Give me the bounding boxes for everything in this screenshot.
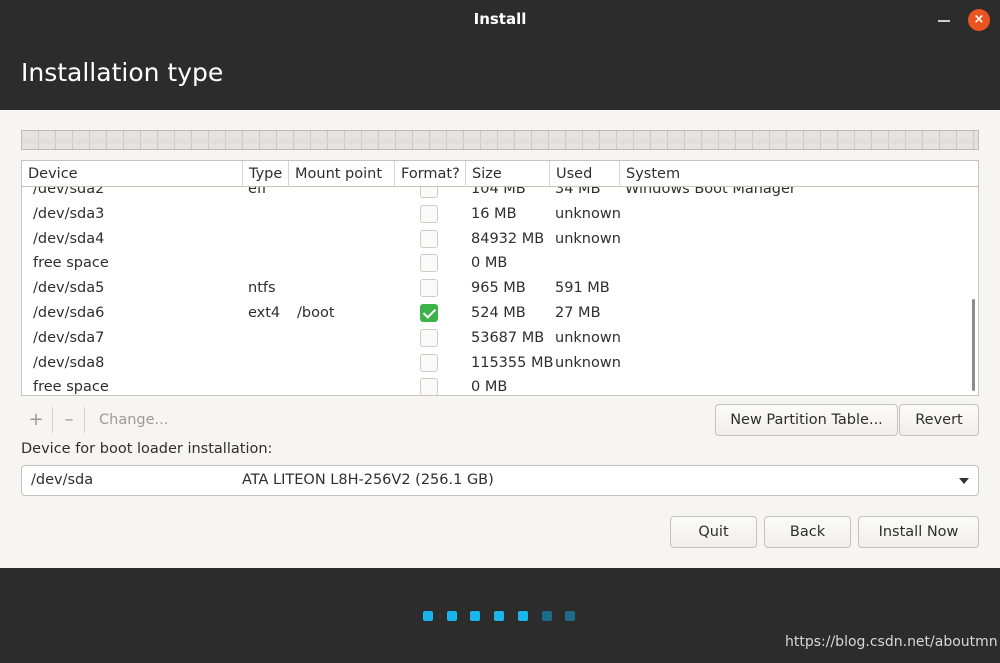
cell-size: 0 MB: [471, 255, 508, 272]
toolbar-divider: [52, 407, 53, 433]
cell-device: /dev/sda2: [33, 187, 105, 197]
cell-mount-point: /boot: [297, 305, 335, 321]
remove-partition-button[interactable]: –: [54, 403, 84, 437]
format-checkbox[interactable]: [420, 378, 438, 395]
new-partition-table-button[interactable]: New Partition Table...: [715, 404, 898, 436]
col-header-type[interactable]: Type: [243, 161, 289, 187]
progress-step-dot: [541, 611, 552, 621]
col-header-format[interactable]: Format?: [395, 161, 466, 187]
install-now-button[interactable]: Install Now: [858, 516, 979, 548]
cell-size: 115355 MB: [471, 354, 554, 371]
cell-type: ntfs: [248, 280, 276, 297]
col-header-device[interactable]: Device: [22, 161, 243, 187]
cell-used: 27 MB: [555, 305, 601, 321]
col-header-system[interactable]: System: [620, 161, 978, 187]
cell-used: 34 MB: [555, 187, 601, 197]
format-checkbox[interactable]: [420, 328, 438, 347]
cell-size: 53687 MB: [471, 329, 545, 346]
titlebar: Install × Installation type: [0, 0, 1000, 110]
toolbar-divider: [84, 407, 85, 433]
cell-device: /dev/sda5: [33, 280, 105, 297]
table-row[interactable]: /dev/sda4 84932 MB unknown: [22, 227, 978, 252]
progress-step-dot: [446, 611, 457, 621]
cell-size: 524 MB: [471, 305, 526, 321]
cell-type: ext4: [248, 305, 281, 321]
cell-device: free space: [33, 379, 109, 395]
bootloader-selected-model: ATA LITEON L8H-256V2 (256.1 GB): [242, 472, 494, 488]
progress-step-dot: [470, 611, 481, 621]
chevron-down-icon: [959, 478, 969, 484]
back-button[interactable]: Back: [764, 516, 851, 548]
cell-used: 591 MB: [555, 280, 610, 297]
bootloader-label: Device for boot loader installation:: [21, 441, 273, 457]
progress-step-dot: [423, 611, 433, 621]
watermark-text: https://blog.csdn.net/aboutmn: [785, 634, 998, 650]
disk-usage-bar: [21, 130, 979, 150]
table-row[interactable]: /dev/sda5 ntfs 965 MB 591 MB: [22, 276, 978, 301]
cell-size: 16 MB: [471, 205, 517, 222]
format-checkbox[interactable]: [420, 304, 438, 322]
format-checkbox[interactable]: [420, 187, 438, 198]
footer-bar: https://blog.csdn.net/aboutmn: [0, 568, 1000, 663]
table-row[interactable]: free space 0 MB: [22, 375, 978, 395]
col-header-size[interactable]: Size: [466, 161, 550, 187]
format-checkbox[interactable]: [420, 279, 438, 298]
revert-button[interactable]: Revert: [899, 404, 979, 436]
cell-device: /dev/sda6: [33, 305, 105, 321]
format-checkbox[interactable]: [420, 353, 438, 372]
cell-size: 104 MB: [471, 187, 526, 197]
quit-button[interactable]: Quit: [670, 516, 757, 548]
table-row[interactable]: /dev/sda2 efi 104 MB 34 MB Windows Boot Mana…: [22, 187, 978, 202]
cell-size: 0 MB: [471, 379, 508, 395]
close-icon[interactable]: ×: [968, 9, 990, 31]
main-content: Device Type Mount point Format? Size Use…: [0, 110, 1000, 568]
cell-system: Windows Boot Manager: [625, 187, 796, 197]
format-checkbox[interactable]: [420, 254, 438, 273]
table-scrollbar[interactable]: [972, 299, 975, 391]
partition-table: Device Type Mount point Format? Size Use…: [21, 160, 979, 396]
cell-device: /dev/sda3: [33, 205, 105, 222]
cell-used: unknown: [555, 205, 621, 222]
table-row[interactable]: free space 0 MB: [22, 251, 978, 276]
table-row[interactable]: /dev/sda6 ext4/boot 524 MB 27 MB: [22, 301, 978, 326]
table-row[interactable]: /dev/sda7 53687 MB unknown: [22, 326, 978, 351]
bootloader-selected-device: /dev/sda: [31, 472, 94, 488]
cell-used: unknown: [555, 329, 621, 346]
progress-step-dot: [517, 611, 528, 621]
table-header: Device Type Mount point Format? Size Use…: [22, 161, 978, 187]
cell-size: 965 MB: [471, 280, 526, 297]
table-row[interactable]: /dev/sda8 115355 MB unknown: [22, 351, 978, 376]
add-partition-button[interactable]: +: [21, 403, 51, 437]
col-header-used[interactable]: Used: [550, 161, 620, 187]
cell-device: /dev/sda4: [33, 230, 105, 247]
cell-device: /dev/sda8: [33, 354, 105, 371]
progress-step-dot: [494, 611, 505, 621]
cell-used: unknown: [555, 354, 621, 371]
table-row[interactable]: /dev/sda3 16 MB unknown: [22, 202, 978, 227]
bootloader-device-select[interactable]: /dev/sda ATA LITEON L8H-256V2 (256.1 GB): [21, 465, 979, 496]
progress-step-dot: [565, 611, 576, 621]
table-body: /dev/sda2 efi 104 MB 34 MB Windows Boot Mana…: [22, 187, 978, 395]
cell-device: free space: [33, 255, 109, 272]
installer-window: Install × Installation type Device Type …: [0, 0, 1000, 663]
change-partition-button[interactable]: Change...: [99, 403, 168, 437]
cell-device: /dev/sda7: [33, 329, 105, 346]
page-title: Installation type: [21, 58, 224, 87]
cell-size: 84932 MB: [471, 230, 545, 247]
minimize-icon[interactable]: [938, 20, 950, 22]
col-header-mount[interactable]: Mount point: [289, 161, 395, 187]
window-title: Install: [473, 10, 527, 28]
cell-used: unknown: [555, 230, 621, 247]
cell-type: efi: [248, 187, 267, 197]
format-checkbox[interactable]: [420, 204, 438, 223]
format-checkbox[interactable]: [420, 229, 438, 248]
